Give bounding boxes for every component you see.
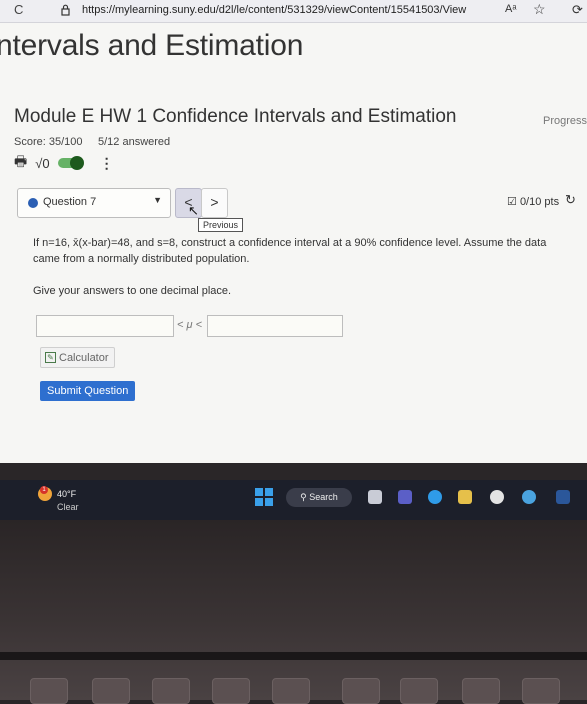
temperature: 40°F [57, 489, 77, 499]
previous-tooltip: Previous [198, 218, 244, 232]
keyboard-key [212, 678, 250, 704]
calculator-button[interactable]: ✎ Calculator [40, 347, 115, 368]
math-toggle[interactable] [57, 156, 84, 170]
task-view-icon[interactable] [368, 490, 382, 504]
teams-icon[interactable] [398, 490, 412, 504]
math-input-label: √0 [35, 155, 50, 171]
laptop-hinge [0, 652, 587, 660]
points-icon: ☑ [507, 196, 517, 208]
edge-icon[interactable] [428, 490, 442, 504]
laptop-body [0, 520, 587, 700]
keyboard-key [30, 678, 68, 704]
instruction-text: Give your answers to one decimal place. [33, 285, 232, 297]
search-icon: ⚲ [300, 492, 307, 502]
read-aloud-icon[interactable]: Aᵃ [505, 3, 516, 15]
mouse-cursor-icon: ↖ [188, 203, 199, 218]
question-points: ☑ 0/10 pts [507, 195, 559, 208]
browser-address-bar: C https://mylearning.suny.edu/d2l/le/con… [0, 0, 587, 29]
calculator-icon: ✎ [45, 352, 56, 363]
caret-down-icon: ▼ [153, 195, 162, 205]
question-select-label: Question 7 [43, 196, 97, 208]
printer-icon[interactable]: 🖶 [14, 151, 27, 175]
keyboard-key [272, 678, 310, 704]
keyboard-key [462, 678, 500, 704]
reload-icon[interactable]: C [14, 2, 23, 17]
submit-question-button[interactable]: Submit Question [40, 381, 136, 401]
keyboard-key [400, 678, 438, 704]
lock-icon [61, 4, 70, 16]
keyboard-key [522, 678, 560, 704]
question-status-dot [28, 198, 38, 208]
score-label: Score: 35/100 [14, 136, 83, 148]
keyboard-key [152, 678, 190, 704]
answered-count: 5/12 answered [98, 136, 171, 148]
extensions-icon[interactable]: ⟳ [572, 2, 583, 18]
word-icon[interactable] [556, 490, 570, 504]
taskbar: 1 40°F Clear ⚲ Search [0, 480, 587, 520]
keyboard-key [92, 678, 130, 704]
retry-icon[interactable]: ↻ [565, 192, 576, 208]
lower-bound-input[interactable] [36, 315, 174, 337]
lms-page: ntervals and Estimation Module E HW 1 Co… [0, 23, 587, 463]
toolbar: 🖶 √0 ⋮ [14, 151, 114, 175]
mu-symbol: < μ < [177, 319, 202, 331]
keyboard-key [342, 678, 380, 704]
question-text: If n=16, x̄(x-bar)=48, and s=8, construc… [33, 237, 547, 265]
windows-start-icon[interactable] [255, 488, 273, 506]
store-icon[interactable] [490, 490, 504, 504]
chrome-icon[interactable] [522, 490, 536, 504]
question-selector[interactable]: Question 7 ▼ [17, 188, 171, 218]
progress-link[interactable]: Progress [543, 115, 587, 127]
file-explorer-icon[interactable] [458, 490, 472, 504]
search-label: Search [309, 492, 338, 502]
taskbar-search[interactable]: ⚲ Search [286, 488, 352, 507]
course-title: ntervals and Estimation [0, 29, 304, 62]
next-question-button[interactable]: > [201, 188, 228, 218]
upper-bound-input[interactable] [207, 315, 343, 337]
assignment-title: Module E HW 1 Confidence Intervals and E… [14, 106, 457, 127]
more-options-icon[interactable]: ⋮ [100, 155, 114, 172]
url-field[interactable]: https://mylearning.suny.edu/d2l/le/conte… [82, 4, 466, 16]
calculator-label: Calculator [59, 351, 109, 364]
weather-condition: Clear [57, 502, 79, 512]
points-value: 0/10 pts [519, 196, 560, 208]
weather-badge: 1 [40, 486, 48, 494]
